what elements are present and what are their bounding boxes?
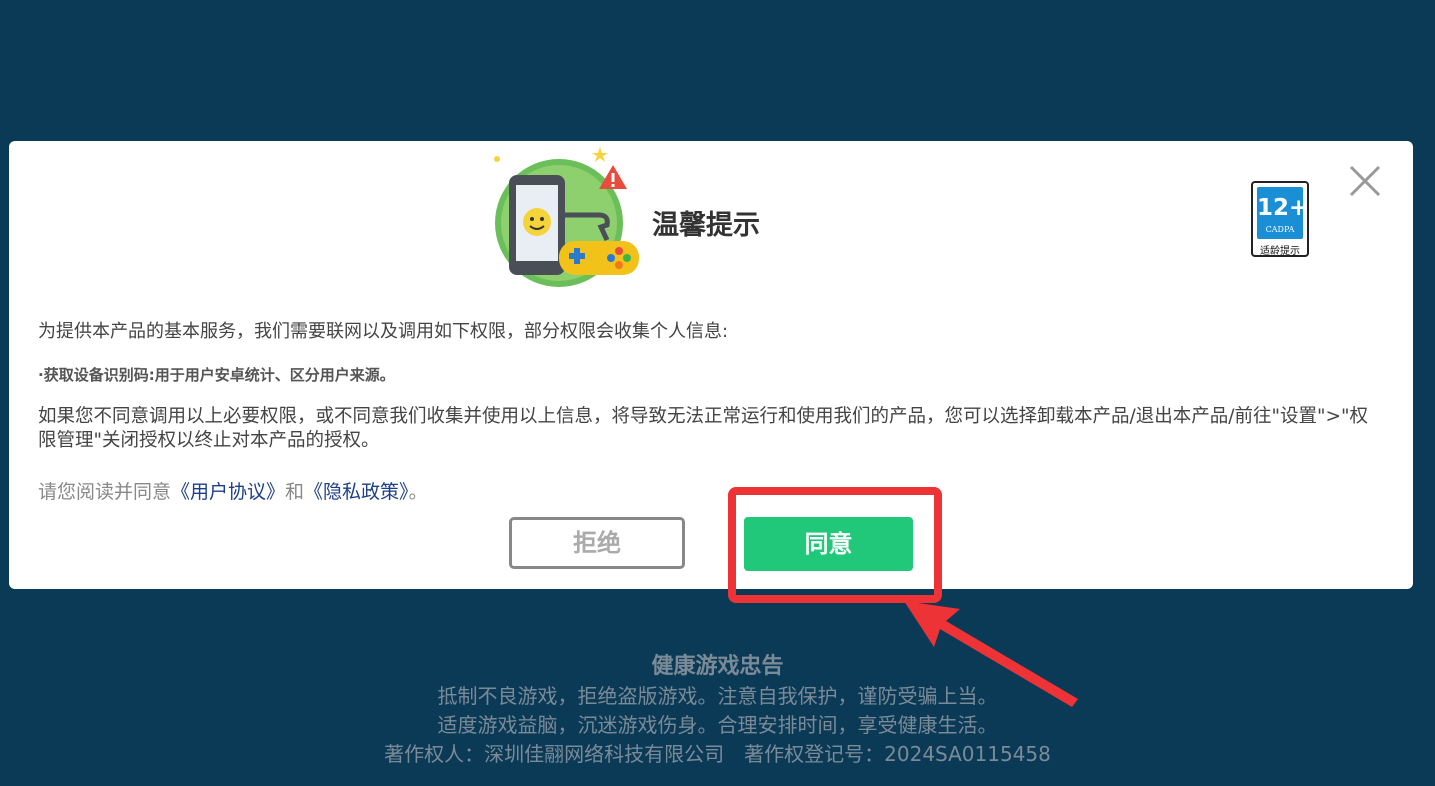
agreement-prefix: 请您阅读并同意: [38, 481, 172, 503]
footer-line-2: 适度游戏益脑，沉迷游戏伤身。合理安排时间，享受健康生活。: [437, 713, 998, 737]
permission-item: ·获取设备识别码:用于用户安卓统计、区分用户来源。: [38, 366, 395, 384]
age-rating-tip: 适龄提示: [1260, 246, 1300, 257]
age-rating-badge: 12+ CADPA 适龄提示: [1251, 181, 1309, 257]
dialog-title: 温馨提示: [652, 210, 760, 241]
agreement-line: 请您阅读并同意《用户协议》和《隐私政策》。: [38, 477, 428, 504]
and-text: 和: [285, 481, 305, 503]
age-rating-org: CADPA: [1265, 225, 1295, 234]
notice-text: 如果您不同意调用以上必要权限，或不同意我们收集并使用以上信息，将导致无法正常运行…: [38, 406, 1369, 451]
phone-gamepad-icon: [494, 147, 639, 287]
footer-line-1: 抵制不良游戏，拒绝盗版游戏。注意自我保护，谨防受骗上当。: [437, 684, 998, 708]
user-agreement-link[interactable]: 《用户协议》: [171, 481, 285, 503]
age-rating-number: 12+: [1257, 195, 1309, 221]
footer-title: 健康游戏忠告: [651, 654, 784, 679]
privacy-policy-link[interactable]: 《隐私政策》: [304, 481, 409, 503]
health-advisory: 健康游戏忠告 抵制不良游戏，拒绝盗版游戏。注意自我保护，谨防受骗上当。 适度游戏…: [0, 652, 1435, 769]
highlight-box: [728, 487, 942, 603]
agreement-suffix: 。: [408, 481, 428, 503]
intro-text: 为提供本产品的基本服务，我们需要联网以及调用如下权限，部分权限会收集个人信息:: [38, 321, 729, 342]
footer-copyright: 著作权人：深圳佳翮网络科技有限公司 著作权登记号：2024SA0115458: [384, 742, 1051, 766]
close-icon[interactable]: [1347, 163, 1383, 199]
reject-button[interactable]: 拒绝: [509, 517, 685, 569]
permission-dialog: 温馨提示 12+ CADPA 适龄提示 为提供本产品的基本服务，我们需要联网以及…: [9, 141, 1413, 589]
